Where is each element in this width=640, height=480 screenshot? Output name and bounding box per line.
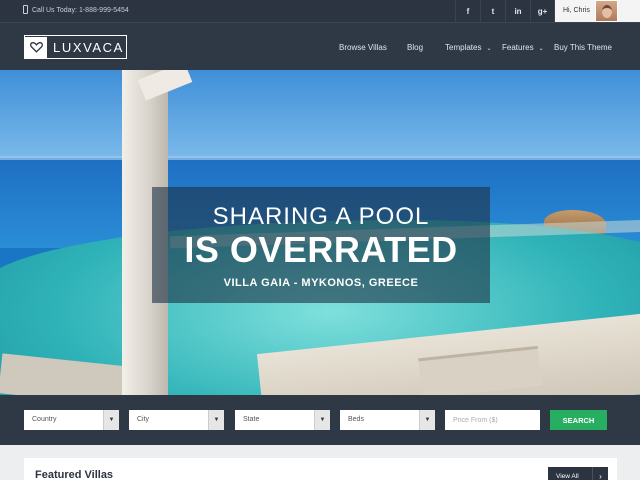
- main-header: LUXVACA Browse Villas Blog Templates ⌄ Fe…: [0, 22, 640, 70]
- hero-banner: SHARING A POOL IS OVERRATED VILLA GAIA -…: [0, 70, 640, 395]
- hero-location[interactable]: VILLA GAIA - MYKONOS, GREECE: [152, 277, 490, 289]
- section-title: Featured Villas: [35, 469, 114, 480]
- heart-logo-icon: [25, 36, 47, 58]
- nav-label: Browse Villas: [339, 43, 387, 52]
- state-select[interactable]: State ▼: [235, 410, 330, 430]
- avatar[interactable]: [595, 0, 618, 22]
- twitter-icon[interactable]: t: [480, 0, 505, 22]
- user-menu[interactable]: Hi, Chris: [555, 0, 640, 22]
- chevron-down-icon: ⌄: [486, 46, 492, 52]
- chevron-down-icon: ⌄: [538, 46, 544, 52]
- chevron-down-icon: ▼: [103, 410, 119, 430]
- hero-horizon: [0, 156, 640, 160]
- chevron-down-icon: ▼: [208, 410, 224, 430]
- chevron-down-icon: ▼: [314, 410, 330, 430]
- select-label: Beds: [348, 416, 364, 423]
- search-button[interactable]: SEARCH: [550, 410, 607, 430]
- select-label: State: [243, 416, 260, 423]
- nav-buy-theme[interactable]: Buy This Theme: [554, 43, 612, 52]
- linkedin-icon[interactable]: in: [505, 0, 530, 22]
- facebook-icon[interactable]: f: [455, 0, 480, 22]
- nav-label: Blog: [407, 43, 424, 52]
- nav-blog[interactable]: Blog: [407, 43, 423, 52]
- google-plus-icon[interactable]: g+: [530, 0, 555, 22]
- nav-label: Templates: [445, 43, 482, 52]
- chevron-down-icon: ▼: [419, 410, 435, 430]
- view-all-button[interactable]: View All ›: [548, 467, 608, 480]
- select-label: Country: [32, 416, 57, 423]
- phone-icon: [23, 5, 28, 14]
- site-logo[interactable]: LUXVACA: [24, 35, 127, 59]
- view-all-label: View All: [556, 473, 579, 480]
- hero-line-1: SHARING A POOL: [212, 203, 430, 230]
- select-label: City: [137, 416, 150, 423]
- nav-features[interactable]: Features ⌄: [502, 43, 544, 52]
- nav-label: Features: [502, 43, 534, 52]
- nav-browse-villas[interactable]: Browse Villas: [339, 43, 387, 52]
- heart-icon: [29, 42, 43, 53]
- country-select[interactable]: Country ▼: [24, 410, 119, 430]
- hero-caption: SHARING A POOL IS OVERRATED VILLA GAIA -…: [152, 187, 490, 303]
- nav-templates[interactable]: Templates ⌄: [445, 43, 492, 52]
- featured-villas-section: Featured Villas View All ›: [24, 458, 617, 480]
- hero-sky: [0, 70, 640, 158]
- chevron-right-icon: ›: [592, 467, 608, 480]
- nav-label: Buy This Theme: [554, 43, 612, 52]
- search-bar: Country ▼ City ▼ State ▼ Beds ▼ SEARCH: [0, 395, 640, 445]
- beds-select[interactable]: Beds ▼: [340, 410, 435, 430]
- logo-text: LUXVACA: [53, 39, 124, 55]
- price-from-input[interactable]: [445, 410, 540, 430]
- city-select[interactable]: City ▼: [129, 410, 224, 430]
- hero-line-2: IS OVERRATED: [184, 229, 458, 270]
- phone-info: Call Us Today: 1-888-999-5454: [23, 5, 129, 14]
- top-bar: Call Us Today: 1-888-999-5454 f t in g+ …: [0, 0, 640, 22]
- phone-text: Call Us Today: 1-888-999-5454: [32, 6, 129, 14]
- user-greeting: Hi, Chris: [563, 7, 590, 14]
